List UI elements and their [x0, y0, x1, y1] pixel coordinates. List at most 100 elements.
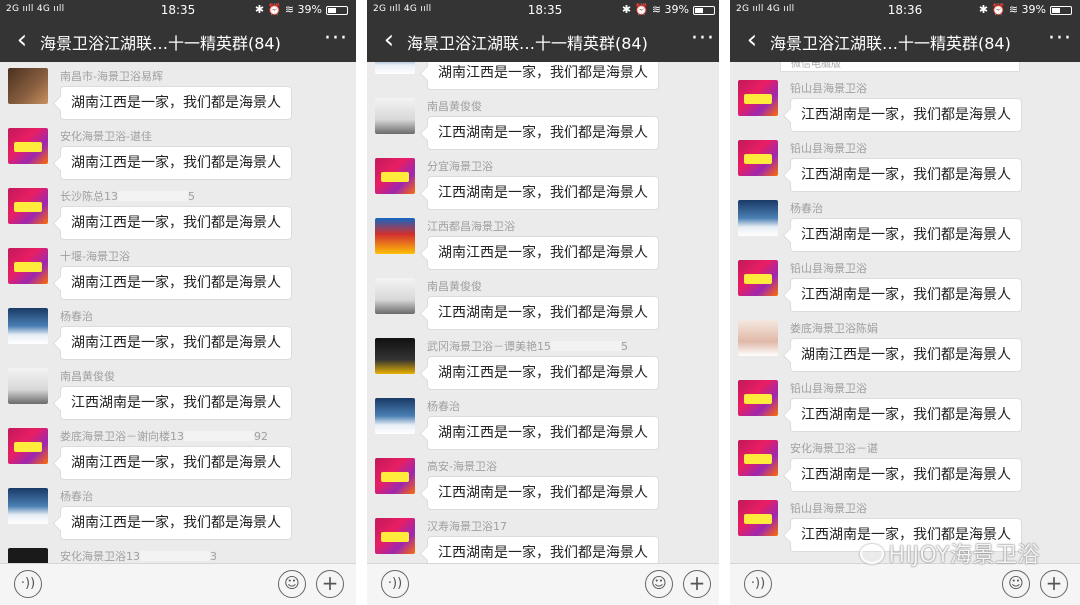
- sender-name-text: 南昌黄俊俊: [427, 100, 482, 113]
- emoji-icon[interactable]: ☺: [1002, 570, 1030, 598]
- chat-header: ‹ 海景卫浴江湖联…十一精英群(84) ···: [730, 20, 1080, 62]
- message-bubble[interactable]: 江西湖南是一家，我们都是海景人: [427, 296, 659, 330]
- sender-name: 铅山县海景卫浴: [790, 80, 867, 96]
- plus-icon[interactable]: +: [316, 570, 344, 598]
- message-bubble[interactable]: 湖南江西是一家，我们都是海景人: [60, 266, 292, 300]
- avatar[interactable]: [375, 218, 415, 254]
- sender-name: 十堰-海景卫浴: [60, 248, 130, 264]
- avatar[interactable]: [8, 308, 48, 344]
- voice-input-icon[interactable]: ·)): [744, 570, 772, 598]
- sender-name-text: 高安-海景卫浴: [427, 460, 497, 473]
- sender-name-text: 安化海景卫浴-谌佳: [60, 130, 152, 143]
- avatar[interactable]: [8, 248, 48, 284]
- chat-message: 安化海景卫浴－谌江西湖南是一家，我们都是海景人: [730, 434, 1080, 494]
- chat-message: 南昌黄俊俊 江西湖南是一家，我们都是海景人: [0, 362, 356, 422]
- sender-name: 安化海景卫浴－谌: [790, 440, 878, 456]
- message-list[interactable]: 湖南江西是一家，我们都是海景人 南昌黄俊俊 江西湖南是一家，我们都是海景人 分宜海景卫…: [367, 62, 723, 563]
- message-bubble[interactable]: 江西湖南是一家，我们都是海景人: [790, 98, 1022, 132]
- message-bubble[interactable]: 江西湖南是一家，我们都是海景人: [427, 116, 659, 150]
- message-list[interactable]: 南昌市-海景卫浴易辉 湖南江西是一家，我们都是海景人 安化海景卫浴-谌佳 湖南江西是一…: [0, 62, 356, 563]
- back-arrow-icon[interactable]: ‹: [377, 26, 401, 54]
- message-bubble[interactable]: 湖南江西是一家，我们都是海景人: [427, 416, 659, 450]
- avatar[interactable]: [375, 278, 415, 314]
- avatar[interactable]: [738, 440, 778, 476]
- sender-name-text: 杨春治: [60, 310, 93, 323]
- message-bubble[interactable]: 江西湖南是一家，我们都是海景人: [790, 398, 1022, 432]
- sender-name: 安化海景卫浴-谌佳: [60, 128, 152, 144]
- message-bubble[interactable]: 湖南江西是一家，我们都是海景人: [60, 146, 292, 180]
- sender-name-text: 分宜海景卫浴: [427, 160, 493, 173]
- more-options-icon[interactable]: ···: [691, 26, 715, 51]
- avatar[interactable]: [375, 338, 415, 374]
- message-bubble[interactable]: 湖南江西是一家，我们都是海景人: [427, 236, 659, 270]
- sender-name-text: 长沙陈总13: [60, 190, 118, 203]
- message-bubble[interactable]: 江西湖南是一家，我们都是海景人: [790, 218, 1022, 252]
- message-bubble[interactable]: 湖南江西是一家，我们都是海景人: [427, 356, 659, 390]
- message-bubble[interactable]: 江西湖南是一家，我们都是海景人: [427, 176, 659, 210]
- sender-name-text: 江西都昌海景卫浴: [427, 220, 515, 233]
- emoji-icon[interactable]: ☺: [278, 570, 306, 598]
- avatar[interactable]: [738, 260, 778, 296]
- sender-name-text: 铅山县海景卫浴: [790, 142, 867, 155]
- sender-name-suffix: 5: [188, 190, 195, 203]
- voice-input-icon[interactable]: ·)): [14, 570, 42, 598]
- sender-name-text: 铅山县海景卫浴: [790, 262, 867, 275]
- message-bubble[interactable]: 江西湖南是一家，我们都是海景人: [790, 158, 1022, 192]
- message-list[interactable]: 微信电脑版 铅山县海景卫浴 江西湖南是一家，我们都是海景人 铅山县海景卫浴 江西湖南是一…: [730, 62, 1080, 563]
- avatar[interactable]: [738, 140, 778, 176]
- message-bubble[interactable]: 湖南江西是一家，我们都是海景人: [790, 338, 1022, 372]
- back-arrow-icon[interactable]: ‹: [740, 26, 764, 54]
- avatar[interactable]: [8, 488, 48, 524]
- message-bubble[interactable]: 江西湖南是一家，我们都是海景人: [427, 476, 659, 510]
- message-bubble[interactable]: 湖南江西是一家，我们都是海景人: [60, 86, 292, 120]
- avatar[interactable]: [375, 158, 415, 194]
- message-bubble[interactable]: 江西湖南是一家，我们都是海景人: [790, 458, 1022, 492]
- emoji-icon[interactable]: ☺: [645, 570, 673, 598]
- chat-message: 娄底海景卫浴－谢向楼13 92 湖南江西是一家，我们都是海景人: [0, 422, 356, 482]
- sender-name-text: 安化海景卫浴13: [60, 550, 140, 563]
- more-options-icon[interactable]: ···: [1048, 26, 1072, 51]
- input-toolbar: ·)) ☺ +: [367, 563, 723, 605]
- avatar[interactable]: [8, 188, 48, 224]
- message-bubble[interactable]: 江西湖南是一家，我们都是海景人: [427, 536, 659, 563]
- chat-message: 杨春治湖南江西是一家，我们都是海景人: [0, 482, 356, 542]
- sender-name: 杨春治: [60, 488, 93, 504]
- avatar[interactable]: [375, 398, 415, 434]
- avatar[interactable]: [375, 98, 415, 134]
- message-bubble[interactable]: 湖南江西是一家，我们都是海景人: [60, 506, 292, 540]
- more-options-icon[interactable]: ···: [324, 26, 348, 51]
- avatar[interactable]: [375, 458, 415, 494]
- sender-name: 南昌黄俊俊: [427, 98, 482, 114]
- avatar[interactable]: [738, 80, 778, 116]
- avatar[interactable]: [738, 380, 778, 416]
- avatar[interactable]: [738, 200, 778, 236]
- message-bubble[interactable]: 江西湖南是一家，我们都是海景人: [790, 278, 1022, 312]
- message-bubble[interactable]: 江西湖南是一家，我们都是海景人: [60, 386, 292, 420]
- message-bubble[interactable]: 湖南江西是一家，我们都是海景人: [60, 446, 292, 480]
- chat-message: 南昌黄俊俊 江西湖南是一家，我们都是海景人: [367, 272, 723, 332]
- avatar[interactable]: [738, 500, 778, 536]
- watermark-text: HIJOY海景卫浴: [888, 543, 1040, 568]
- avatar[interactable]: [8, 128, 48, 164]
- voice-input-icon[interactable]: ·)): [381, 570, 409, 598]
- message-bubble[interactable]: 湖南江西是一家，我们都是海景人: [60, 326, 292, 360]
- sender-name: 南昌市-海景卫浴易辉: [60, 68, 163, 84]
- group-chat-title: 海景卫浴江湖联…十一精英群(84): [407, 34, 648, 53]
- status-icons: ✱ ⏰ ≋ 39%: [254, 3, 322, 16]
- group-chat-title: 海景卫浴江湖联…十一精英群(84): [770, 34, 1011, 53]
- chat-message: 安化海景卫浴-谌佳湖南江西是一家，我们都是海景人: [0, 122, 356, 182]
- avatar[interactable]: [375, 62, 415, 74]
- plus-icon[interactable]: +: [683, 570, 711, 598]
- avatar[interactable]: [8, 368, 48, 404]
- avatar[interactable]: [738, 320, 778, 356]
- avatar[interactable]: [8, 548, 48, 563]
- avatar[interactable]: [8, 428, 48, 464]
- back-arrow-icon[interactable]: ‹: [10, 26, 34, 54]
- message-bubble[interactable]: 湖南江西是一家，我们都是海景人: [60, 206, 292, 240]
- avatar[interactable]: [8, 68, 48, 104]
- redacted-phone: [184, 431, 254, 441]
- avatar[interactable]: [375, 518, 415, 554]
- message-bubble[interactable]: 湖南江西是一家，我们都是海景人: [427, 62, 659, 90]
- plus-icon[interactable]: +: [1040, 570, 1068, 598]
- chat-screen: 2G ııll 4G ııll 18:36 ✱ ⏰ ≋ 39% ‹ 海景卫浴江湖联…十一…: [730, 0, 1080, 605]
